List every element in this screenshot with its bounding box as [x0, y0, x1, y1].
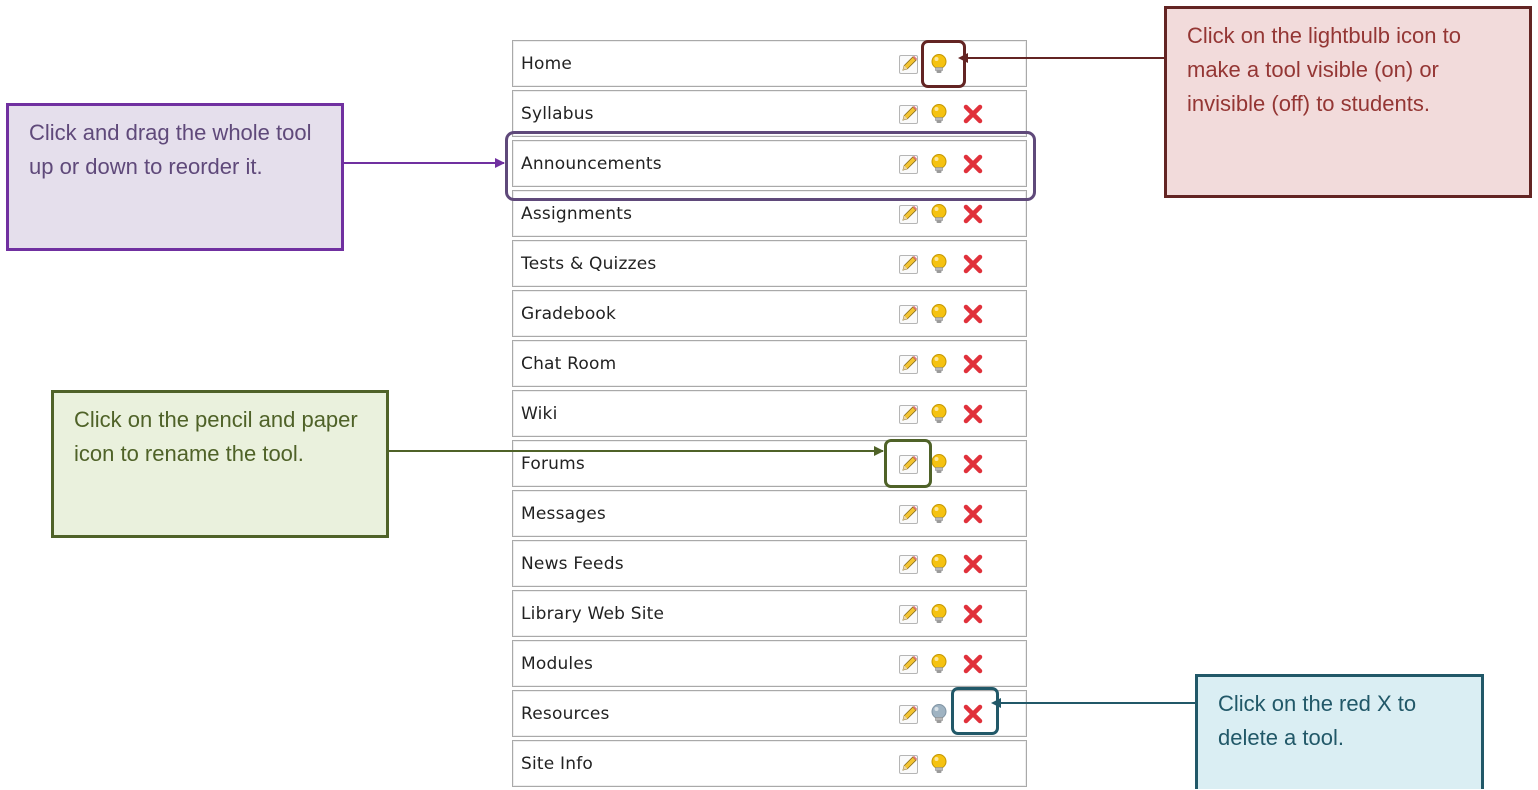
- callout-reorder: Click and drag the whole tool up or down…: [6, 103, 344, 251]
- callout-delete: Click on the red X to delete a tool.: [1195, 674, 1484, 789]
- callout-rename: Click on the pencil and paper icon to re…: [51, 390, 389, 538]
- callout-visibility: Click on the lightbulb icon to make a to…: [1164, 6, 1532, 198]
